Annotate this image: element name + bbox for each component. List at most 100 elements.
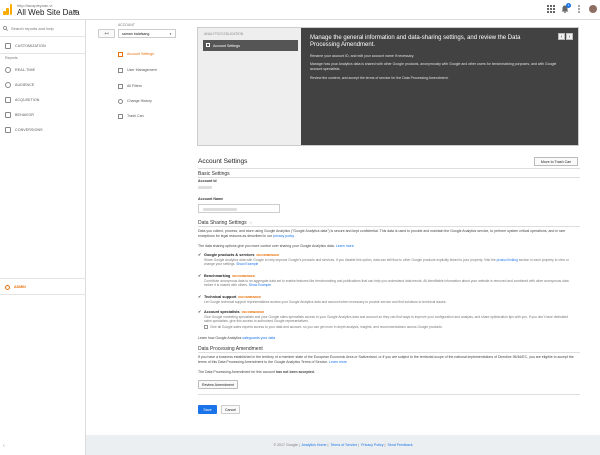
footer-link-analytics-home[interactable]: Analytics Home (302, 443, 327, 447)
data-sharing-intro-2: The data sharing options give you more c… (198, 244, 576, 249)
nav-admin[interactable]: ADMIN (0, 282, 86, 292)
top-bar: http://lacapleyoan.vi All Web Site Data … (0, 0, 600, 20)
clock-icon (5, 66, 11, 73)
gear-icon (5, 284, 10, 290)
education-heading: ANALYTICS EDUCATION (204, 32, 244, 36)
option-description: Give Google marketing specialists and yo… (204, 315, 569, 324)
previous-icon[interactable]: ‹ (558, 33, 565, 40)
nav-label: REAL-TIME (15, 67, 36, 72)
move-to-trash-button[interactable]: Move to Trash Can (534, 157, 578, 166)
notification-badge: 1 (566, 3, 571, 8)
cancel-button[interactable]: Cancel (221, 405, 240, 414)
nav-conversions[interactable]: CONVERSIONS (0, 124, 86, 135)
nav-label: CONVERSIONS (15, 127, 43, 132)
menu-label: User Management (127, 68, 157, 72)
menu-label: All Filters (127, 84, 142, 88)
footer-link-feedback[interactable]: Send Feedback (387, 443, 412, 447)
main-content: ACCOUNT ↤ saman balafsang ▼ Account Sett… (86, 20, 600, 435)
footer-link-privacy[interactable]: Privacy Policy (361, 443, 383, 447)
person-icon (5, 81, 11, 88)
option-label-text: Technical support (204, 295, 237, 299)
filter-icon (118, 83, 123, 89)
building-icon (206, 43, 210, 47)
dpa-status-text: The Data Processing Amendment for this a… (198, 370, 276, 374)
nav-customization[interactable]: CUSTOMIZATION (0, 40, 86, 51)
account-id-label: Account Id (198, 179, 217, 183)
review-amendment-button[interactable]: Review Amendment (198, 380, 238, 389)
menu-account-settings[interactable]: Account Settings (118, 49, 198, 59)
menu-label: Account Settings (127, 52, 154, 56)
checkbox-unchecked[interactable] (204, 325, 208, 329)
account-selector[interactable]: saman balafsang ▼ (118, 29, 176, 38)
option-label-text: Benchmarking (204, 274, 231, 278)
safeguards-link[interactable]: safeguards your data (242, 336, 275, 340)
left-navigation: Search reports and help CUSTOMIZATION Re… (0, 20, 86, 455)
checkbox-checked[interactable]: ✔ (198, 274, 202, 278)
recommended-badge: RECOMMENDED (241, 310, 265, 314)
education-item-account-settings[interactable]: Account Settings (203, 40, 298, 51)
nav-acquisition[interactable]: ACQUISITION (0, 94, 86, 105)
apps-grid-icon[interactable] (547, 5, 555, 13)
dpa-body: If you have a business established in th… (198, 355, 574, 364)
show-example-link[interactable]: Show Example (249, 283, 271, 287)
intro-text: The data sharing options give you more c… (198, 244, 335, 248)
checkbox-checked[interactable]: ✔ (198, 310, 202, 314)
analytics-education-panel: ANALYTICS EDUCATION Account Settings Man… (197, 27, 579, 146)
menu-label: Trash Can (127, 114, 144, 118)
checkbox-checked[interactable]: ✔ (198, 295, 202, 299)
education-item-label: Account Settings (213, 43, 240, 48)
avatar[interactable] (589, 5, 597, 13)
menu-change-history[interactable]: Change History (118, 96, 198, 106)
nav-audience[interactable]: AUDIENCE (0, 79, 86, 90)
intro-text: Data you collect, process, and store usi… (198, 229, 566, 238)
menu-trash-can[interactable]: Trash Can (118, 111, 198, 121)
recommended-badge: RECOMMENDED (256, 253, 279, 257)
nav-label: AUDIENCE (15, 82, 35, 87)
nav-behavior[interactable]: BEHAVIOR (0, 109, 86, 120)
data-sharing-intro: Data you collect, process, and store usi… (198, 229, 576, 238)
option-label: Technical support RECOMMENDED (204, 295, 261, 299)
recommended-badge: RECOMMENDED (232, 274, 255, 278)
view-selector-title[interactable]: All Web Site Data (17, 8, 80, 17)
checkbox-checked[interactable]: ✔ (198, 253, 202, 257)
reports-section-label: Reports (5, 56, 18, 60)
account-name-value (203, 208, 237, 211)
education-paragraph: Review the content, and accept the terms… (310, 75, 449, 80)
menu-all-filters[interactable]: All Filters (118, 81, 198, 91)
back-button[interactable]: ↤ (98, 29, 115, 38)
safeguards-pre: Learn how Google Analytics (198, 336, 242, 340)
search-box[interactable]: Search reports and help (3, 24, 83, 33)
option-label: Account specialists RECOMMENDED (204, 310, 264, 314)
account-column-label: ACCOUNT (118, 23, 135, 27)
users-icon (118, 67, 123, 73)
account-name-input[interactable] (198, 204, 280, 213)
education-paragraph: Manage how your Analytics data is shared… (310, 62, 557, 71)
notifications-icon[interactable]: 1 (561, 3, 571, 14)
product-linking-link[interactable]: product linking (497, 258, 518, 262)
next-icon[interactable]: › (566, 33, 573, 40)
acquisition-icon (5, 96, 11, 103)
collapse-nav-icon[interactable]: ‹ (3, 443, 5, 449)
chevron-down-icon: ▼ (169, 31, 172, 36)
help-icon[interactable]: ? (250, 221, 252, 225)
nav-realtime[interactable]: REAL-TIME (0, 64, 86, 75)
show-example-link[interactable]: Show Example (236, 262, 258, 266)
nav-label: ACQUISITION (15, 97, 40, 102)
option-description: Give all Google sales experts access to … (210, 325, 443, 329)
save-button[interactable]: Save (198, 405, 217, 414)
menu-user-management[interactable]: User Management (118, 65, 198, 75)
search-icon (3, 26, 8, 31)
recommended-badge: RECOMMENDED (238, 295, 261, 299)
back-arrow-icon: ↤ (104, 30, 109, 37)
more-vert-icon[interactable] (575, 5, 583, 13)
footer: © 2017 Google | Analytics Home | Terms o… (273, 443, 413, 447)
analytics-logo-icon[interactable] (3, 4, 13, 15)
behavior-icon (5, 111, 11, 118)
privacy-policy-link[interactable]: privacy policy. (273, 234, 295, 238)
chevron-down-icon[interactable] (73, 10, 77, 13)
footer-link-terms[interactable]: Terms of Service (330, 443, 357, 447)
dpa-learn-more-link[interactable]: Learn more (329, 360, 347, 364)
option-label: Benchmarking RECOMMENDED (204, 274, 255, 278)
learn-more-link[interactable]: Learn more. (336, 244, 355, 248)
nav-label: BEHAVIOR (15, 112, 35, 117)
